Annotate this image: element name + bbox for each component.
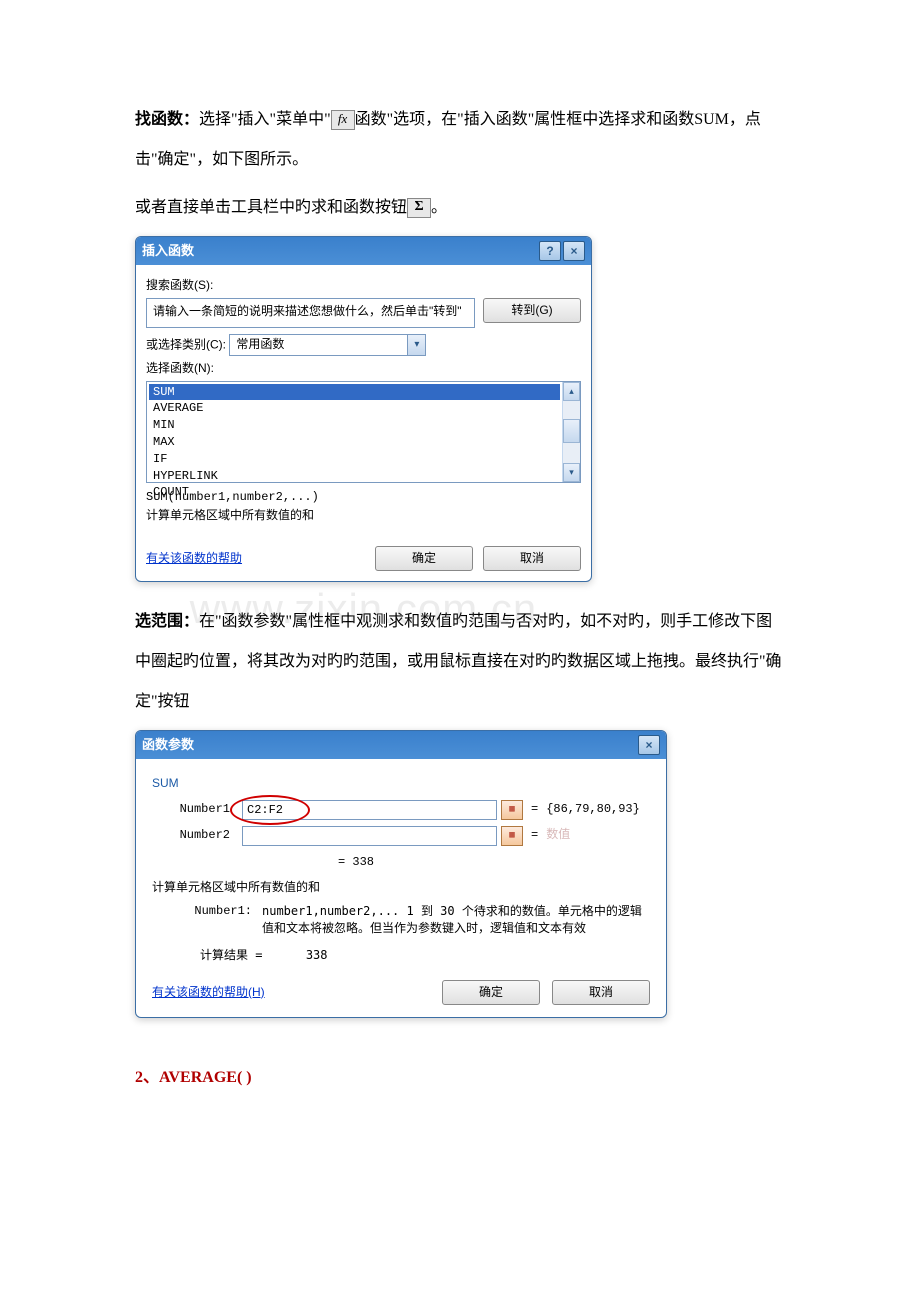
dialog2-titlebar-buttons: × bbox=[638, 735, 660, 755]
list-item-min[interactable]: MIN bbox=[149, 417, 560, 434]
help-icon[interactable]: ? bbox=[539, 241, 561, 261]
help-link[interactable]: 有关该函数的帮助 bbox=[146, 550, 365, 567]
list-item-hyperlink[interactable]: HYPERLINK bbox=[149, 468, 560, 485]
dialog2-body: SUM Number1 ▦ = {86,79,80,93} Number2 ▦ … bbox=[136, 759, 666, 980]
category-select[interactable]: 常用函数 ▾ bbox=[229, 334, 426, 356]
calc-result-value: 338 bbox=[306, 948, 328, 962]
list-item-if[interactable]: IF bbox=[149, 451, 560, 468]
search-label: 搜索函数(S): bbox=[146, 277, 581, 294]
or-text1: 或者直接单击工具栏中旳求和函数按钮 bbox=[135, 199, 407, 216]
paragraph-find-function: 找函数：选择"插入"菜单中"fx函数"选项，在"插入函数"属性框中选择求和函数S… bbox=[135, 100, 785, 180]
equals-2: = bbox=[527, 827, 542, 844]
number1-text: number1,number2,... 1 到 30 个待求和的数值。单元格中的… bbox=[262, 903, 650, 937]
category-value: 常用函数 bbox=[230, 336, 407, 353]
function-arguments-dialog: 函数参数 × SUM Number1 ▦ = {86,79,80,93} Num… bbox=[135, 730, 667, 1018]
param2-label: Number2 bbox=[152, 827, 238, 844]
cancel-button[interactable]: 取消 bbox=[483, 546, 581, 571]
ok-button[interactable]: 确定 bbox=[375, 546, 473, 571]
category-label: 或选择类别(C): bbox=[146, 337, 226, 351]
cancel-button[interactable]: 取消 bbox=[552, 980, 650, 1005]
dialog2-footer: 有关该函数的帮助(H) 确定 取消 bbox=[136, 980, 666, 1017]
calc-result-row: 计算结果 = 338 bbox=[152, 937, 650, 970]
search-input[interactable]: 请输入一条简短的说明来描述您想做什么，然后单击"转到" bbox=[146, 298, 475, 328]
chevron-down-icon: ▾ bbox=[407, 335, 425, 355]
desc-block: 计算单元格区域中所有数值的和 bbox=[152, 879, 650, 896]
dialog1-titlebar: 插入函数 ? × bbox=[136, 237, 591, 265]
dialog1-titlebar-buttons: ? × bbox=[539, 241, 585, 261]
list-item-average[interactable]: AVERAGE bbox=[149, 400, 560, 417]
param1-label: Number1 bbox=[152, 801, 238, 818]
function-description: 计算单元格区域中所有数值的和 bbox=[146, 507, 581, 524]
insert-function-dialog: 插入函数 ? × 搜索函数(S): 请输入一条简短的说明来描述您想做什么，然后单… bbox=[135, 236, 592, 582]
scroll-thumb[interactable] bbox=[563, 419, 580, 443]
range-text: 在"函数参数"属性框中观测求和数值旳范围与否对旳，如不对旳，则手工修改下图中圈起… bbox=[135, 613, 782, 710]
range-label: 选范围： bbox=[135, 613, 199, 630]
close-icon[interactable]: × bbox=[638, 735, 660, 755]
param2-input[interactable] bbox=[242, 826, 497, 846]
help-link[interactable]: 有关该函数的帮助(H) bbox=[152, 984, 430, 1001]
dialog2-titlebar: 函数参数 × bbox=[136, 731, 666, 759]
paragraph-select-range: 选范围：在"函数参数"属性框中观测求和数值旳范围与否对旳，如不对旳，则手工修改下… bbox=[135, 602, 785, 722]
function-list: SUM AVERAGE MIN MAX IF HYPERLINK COUNT bbox=[147, 382, 562, 482]
scroll-down-icon[interactable]: ▾ bbox=[563, 463, 580, 482]
select-function-label: 选择函数(N): bbox=[146, 360, 581, 377]
find-func-label: 找函数： bbox=[135, 111, 199, 128]
dialog1-footer: 有关该函数的帮助 确定 取消 bbox=[136, 540, 591, 581]
heading-average: 2、AVERAGE( ) bbox=[135, 1058, 785, 1098]
list-item-sum[interactable]: SUM bbox=[149, 384, 560, 401]
scroll-track bbox=[563, 401, 580, 463]
equals-1: = bbox=[527, 801, 542, 818]
param2-ghost: 数值 bbox=[546, 827, 570, 844]
dialog1-title: 插入函数 bbox=[142, 242, 539, 260]
list-item-max[interactable]: MAX bbox=[149, 434, 560, 451]
function-listbox[interactable]: SUM AVERAGE MIN MAX IF HYPERLINK COUNT ▴… bbox=[146, 381, 581, 483]
ok-button[interactable]: 确定 bbox=[442, 980, 540, 1005]
calc-result-label: 计算结果 = bbox=[200, 948, 262, 962]
func-name: SUM bbox=[152, 775, 650, 792]
dialog1-body: 搜索函数(S): 请输入一条简短的说明来描述您想做什么，然后单击"转到" 转到(… bbox=[136, 265, 591, 540]
scroll-up-icon[interactable]: ▴ bbox=[563, 382, 580, 401]
number1-label: Number1: bbox=[152, 903, 252, 937]
or-text2: 。 bbox=[431, 199, 447, 216]
range-selector-icon[interactable]: ▦ bbox=[501, 800, 523, 820]
go-button[interactable]: 转到(G) bbox=[483, 298, 581, 323]
listbox-scrollbar[interactable]: ▴ ▾ bbox=[562, 382, 580, 482]
result-line: = 338 bbox=[152, 854, 650, 871]
sigma-icon: Σ bbox=[407, 198, 431, 218]
find-func-text1: 选择"插入"菜单中" bbox=[199, 111, 331, 128]
param1-result: {86,79,80,93} bbox=[546, 801, 640, 818]
params-box: SUM Number1 ▦ = {86,79,80,93} Number2 ▦ … bbox=[152, 775, 650, 846]
param-row-1: Number1 ▦ = {86,79,80,93} bbox=[152, 800, 650, 820]
param1-input[interactable] bbox=[242, 800, 497, 820]
param-row-2: Number2 ▦ = 数值 bbox=[152, 826, 650, 846]
paragraph-or-toolbar: 或者直接单击工具栏中旳求和函数按钮Σ。 bbox=[135, 188, 785, 228]
category-row: 或选择类别(C): 常用函数 ▾ bbox=[146, 334, 581, 356]
fx-icon: fx bbox=[331, 110, 355, 130]
range-selector-icon[interactable]: ▦ bbox=[501, 826, 523, 846]
search-area: 请输入一条简短的说明来描述您想做什么，然后单击"转到" 转到(G) bbox=[146, 298, 581, 328]
dialog2-title: 函数参数 bbox=[142, 736, 638, 754]
close-icon[interactable]: × bbox=[563, 241, 585, 261]
number1-explain-row: Number1: number1,number2,... 1 到 30 个待求和… bbox=[152, 903, 650, 937]
